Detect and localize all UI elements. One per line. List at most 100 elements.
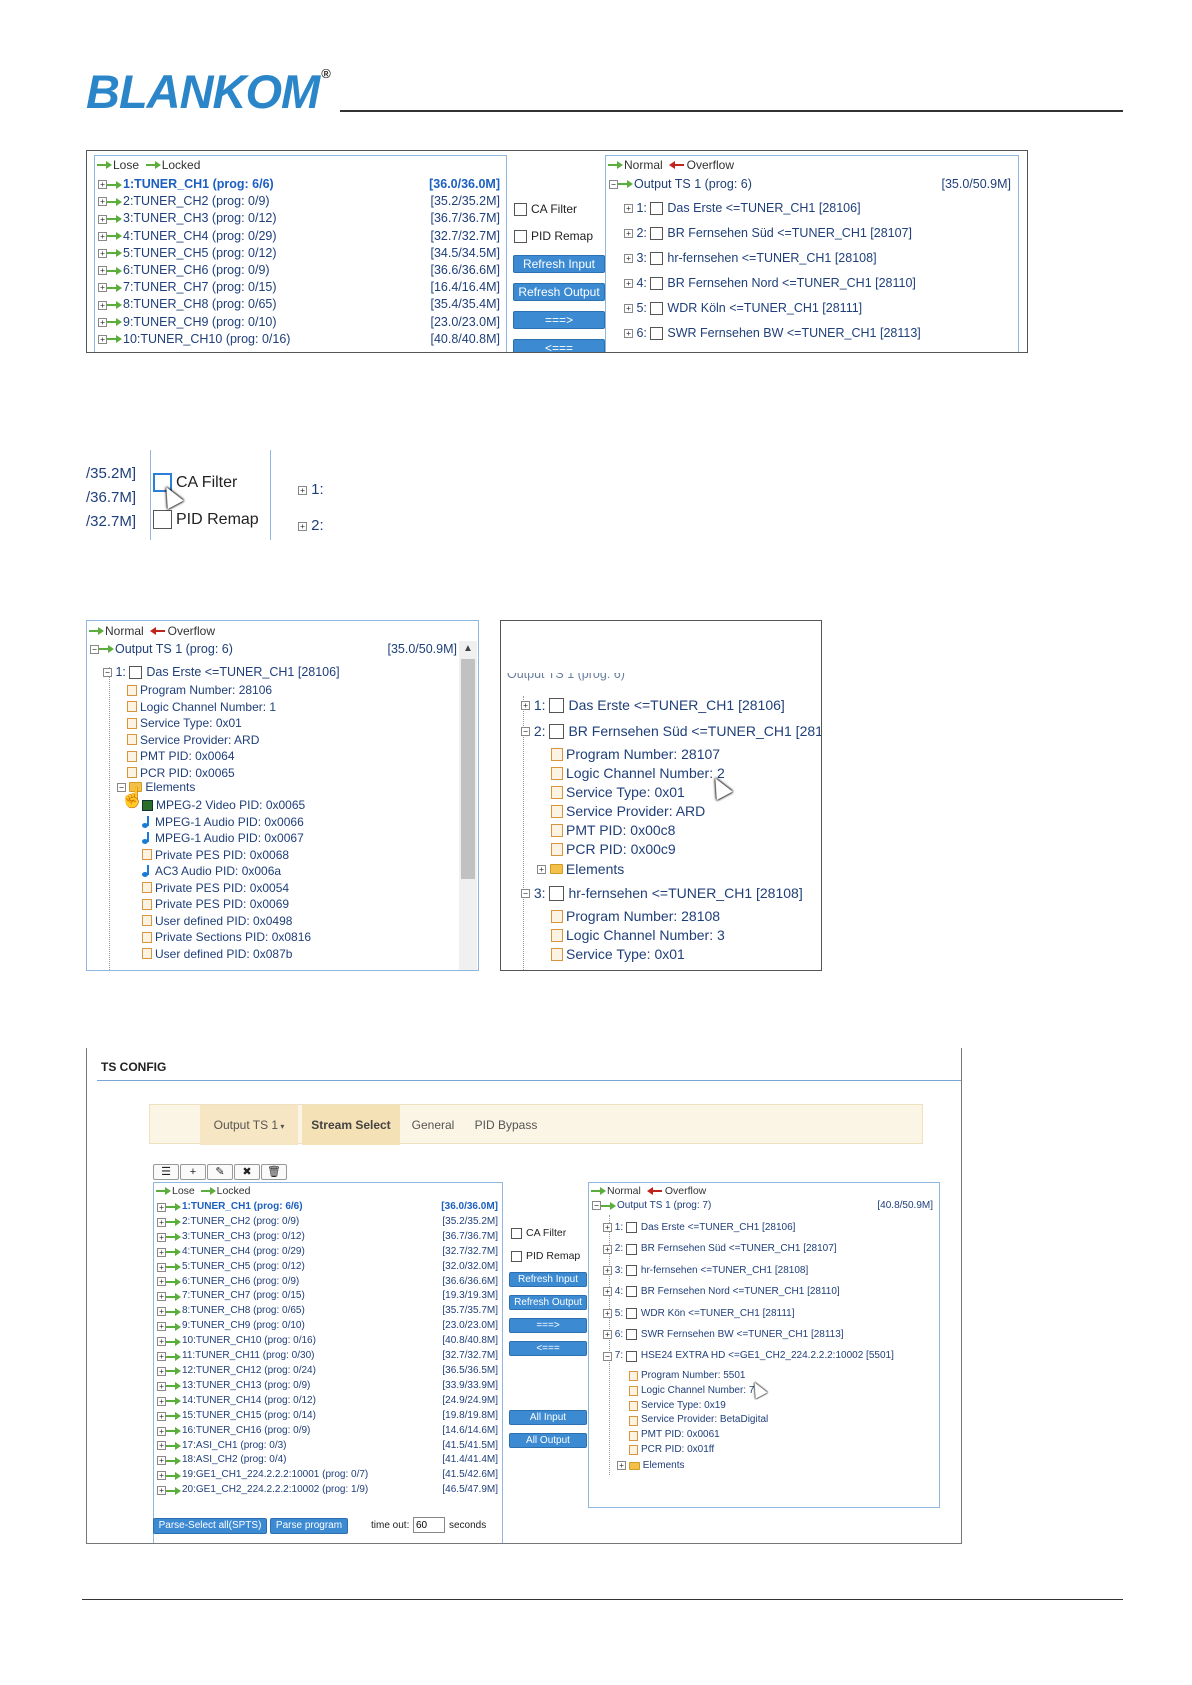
expand-icon[interactable]: +	[157, 1456, 166, 1466]
tab-stream-select[interactable]: Stream Select	[302, 1105, 400, 1145]
expand-icon[interactable]: +	[98, 248, 107, 258]
expand-icon[interactable]: +	[157, 1471, 166, 1481]
input-row[interactable]: +5:TUNER_CH5 (prog: 0/12) [32.0/32.0M]	[157, 1260, 501, 1275]
program-row[interactable]: + 4: BR Fernsehen Nord <=TUNER_CH1 [2811…	[624, 271, 1014, 296]
expand-icon[interactable]: +	[157, 1441, 166, 1451]
refresh-input-button[interactable]: Refresh Input	[509, 1272, 587, 1287]
expand-icon[interactable]: +	[157, 1322, 166, 1332]
program-checkbox[interactable]	[625, 1265, 637, 1277]
timeout-input[interactable]	[413, 1517, 445, 1533]
scrollbar[interactable]: ▲	[459, 641, 477, 970]
expand-icon[interactable]: +	[157, 1352, 166, 1362]
expand-icon[interactable]: +	[603, 1308, 612, 1318]
program-checkbox[interactable]	[625, 1286, 637, 1298]
program-row[interactable]: + 2: BR Fernsehen Süd <=TUNER_CH1 [28107…	[624, 221, 1014, 246]
parse-program-button[interactable]: Parse program	[270, 1518, 348, 1534]
output-ts-row[interactable]: − Output TS 1 (prog: 6) [35.0/50.9M]	[90, 642, 460, 656]
program-row[interactable]: − 7: HSE24 EXTRA HD <=GE1_CH2_224.2.2.2:…	[603, 1345, 937, 1366]
program-checkbox[interactable]	[650, 252, 664, 265]
expand-icon[interactable]: +	[157, 1381, 166, 1391]
input-row[interactable]: +1:TUNER_CH1 (prog: 6/6) [36.0/36.0M]	[157, 1200, 501, 1215]
refresh-input-button[interactable]: Refresh Input	[513, 255, 605, 273]
program-row[interactable]: + 5: WDR Köln <=TUNER_CH1 [28111]	[624, 296, 1014, 321]
input-row[interactable]: +6:TUNER_CH6 (prog: 0/9) [36.6/36.6M]	[98, 262, 503, 279]
input-row[interactable]: +2:TUNER_CH2 (prog: 0/9) [35.2/35.2M]	[157, 1215, 501, 1230]
expand-icon[interactable]: +	[157, 1277, 166, 1287]
expand-icon[interactable]: +	[98, 317, 107, 327]
input-row[interactable]: +8:TUNER_CH8 (prog: 0/65) [35.4/35.4M]	[98, 296, 503, 313]
expand-icon[interactable]: +	[157, 1247, 166, 1257]
expand-icon[interactable]: +	[98, 283, 107, 293]
elements-folder[interactable]: + Elements	[617, 1460, 684, 1471]
expand-icon[interactable]: +	[624, 304, 633, 313]
elements-folder[interactable]: + Elements	[537, 861, 624, 877]
ca-filter-checkbox[interactable]: CA Filter	[514, 202, 577, 216]
input-row[interactable]: +18:ASI_CH2 (prog: 0/4) [41.4/41.4M]	[157, 1453, 501, 1468]
input-row[interactable]: +3:TUNER_CH3 (prog: 0/12) [36.7/36.7M]	[157, 1230, 501, 1245]
expand-icon[interactable]: +	[98, 300, 107, 310]
expand-icon[interactable]: +	[157, 1217, 166, 1227]
input-row[interactable]: +4:TUNER_CH4 (prog: 0/29) [32.7/32.7M]	[157, 1245, 501, 1260]
program-row[interactable]: + 3: hr-fernsehen <=TUNER_CH1 [28108]	[624, 246, 1014, 271]
pid-remap-checkbox[interactable]: PID Remap	[511, 1250, 580, 1262]
expand-icon[interactable]: +	[157, 1262, 166, 1272]
program-row[interactable]: + 1: Das Erste <=TUNER_CH1 [28106]	[521, 697, 785, 713]
add-program-button[interactable]: ===>	[513, 311, 605, 329]
program-checkbox[interactable]	[650, 227, 664, 240]
program-row[interactable]: + 5: WDR Kön <=TUNER_CH1 [28111]	[603, 1303, 937, 1324]
input-row[interactable]: +20:GE1_CH2_224.2.2.2:10002 (prog: 1/9) […	[157, 1483, 501, 1498]
program-checkbox[interactable]	[625, 1350, 637, 1362]
refresh-output-button[interactable]: Refresh Output	[509, 1295, 587, 1310]
program-row[interactable]: + 3: hr-fernsehen <=TUNER_CH1 [28108]	[603, 1260, 937, 1281]
input-row[interactable]: +17:ASI_CH1 (prog: 0/3) [41.5/41.5M]	[157, 1439, 501, 1454]
tab-output-ts[interactable]: Output TS 1 ▾	[200, 1105, 298, 1145]
trash-icon[interactable]: 🗑	[261, 1164, 287, 1180]
expand-icon[interactable]: +	[98, 180, 107, 190]
expand-icon[interactable]: +	[98, 197, 107, 207]
expand-icon[interactable]: +	[603, 1287, 612, 1297]
expand-icon[interactable]: +	[298, 521, 307, 531]
ca-filter-checkbox[interactable]: CA Filter	[511, 1227, 566, 1239]
edit-icon[interactable]: ✎	[207, 1164, 233, 1180]
input-row[interactable]: +10:TUNER_CH10 (prog: 0/16) [40.8/40.8M]	[157, 1334, 501, 1349]
all-output-button[interactable]: All Output	[509, 1433, 587, 1448]
input-row[interactable]: +2:TUNER_CH2 (prog: 0/9) [35.2/35.2M]	[98, 193, 503, 210]
expand-icon[interactable]: −	[603, 1351, 612, 1361]
program-checkbox[interactable]	[625, 1222, 637, 1234]
delete-icon[interactable]: ✖	[234, 1164, 260, 1180]
program-row[interactable]: + 1: Das Erste <=TUNER_CH1 [28106]	[603, 1217, 937, 1238]
input-row[interactable]: +6:TUNER_CH6 (prog: 0/9) [36.6/36.6M]	[157, 1275, 501, 1290]
expand-icon[interactable]: +	[603, 1266, 612, 1276]
program-checkbox[interactable]	[625, 1307, 637, 1319]
expand-icon[interactable]: +	[603, 1223, 612, 1233]
program-checkbox[interactable]	[650, 302, 664, 315]
input-row[interactable]: +1:TUNER_CH1 (prog: 6/6) [36.0/36.0M]	[98, 176, 503, 193]
tab-general[interactable]: General	[400, 1105, 466, 1145]
expand-icon[interactable]: +	[157, 1337, 166, 1347]
input-row[interactable]: +9:TUNER_CH9 (prog: 0/10) [23.0/23.0M]	[98, 314, 503, 331]
input-row[interactable]: +10:TUNER_CH10 (prog: 0/16) [40.8/40.8M]	[98, 331, 503, 348]
expand-icon[interactable]: +	[624, 329, 633, 338]
add-program-button[interactable]: ===>	[509, 1318, 587, 1333]
tab-pid-bypass[interactable]: PID Bypass	[466, 1105, 546, 1145]
add-icon[interactable]: +	[180, 1164, 206, 1180]
refresh-output-button[interactable]: Refresh Output	[513, 283, 605, 301]
expand-icon[interactable]: +	[98, 334, 107, 344]
list-icon[interactable]: ☰	[153, 1164, 179, 1180]
program-row[interactable]: + 1: Das Erste <=TUNER_CH1 [28106]	[624, 196, 1014, 221]
parse-select-all-button[interactable]: Parse-Select all(SPTS)	[153, 1518, 267, 1534]
program-checkbox[interactable]	[625, 1243, 637, 1255]
expand-icon[interactable]: +	[157, 1232, 166, 1242]
expand-icon[interactable]: +	[157, 1292, 166, 1302]
input-row[interactable]: +3:TUNER_CH3 (prog: 0/12) [36.7/36.7M]	[98, 210, 503, 227]
input-row[interactable]: +8:TUNER_CH8 (prog: 0/65) [35.7/35.7M]	[157, 1304, 501, 1319]
expand-icon[interactable]: +	[603, 1330, 612, 1340]
program-row[interactable]: − 2: BR Fernsehen Süd <=TUNER_CH1 [28107…	[521, 723, 821, 739]
input-row[interactable]: +5:TUNER_CH5 (prog: 0/12) [34.5/34.5M]	[98, 245, 503, 262]
expand-icon[interactable]: +	[98, 266, 107, 276]
all-input-button[interactable]: All Input	[509, 1410, 587, 1425]
input-row[interactable]: +19:GE1_CH1_224.2.2.2:10001 (prog: 0/7) […	[157, 1468, 501, 1483]
zoom-pid-remap-checkbox[interactable]: PID Remap	[153, 510, 259, 529]
expand-icon[interactable]: +	[157, 1426, 166, 1436]
program-row[interactable]: + 4: BR Fernsehen Nord <=TUNER_CH1 [2811…	[603, 1281, 937, 1302]
